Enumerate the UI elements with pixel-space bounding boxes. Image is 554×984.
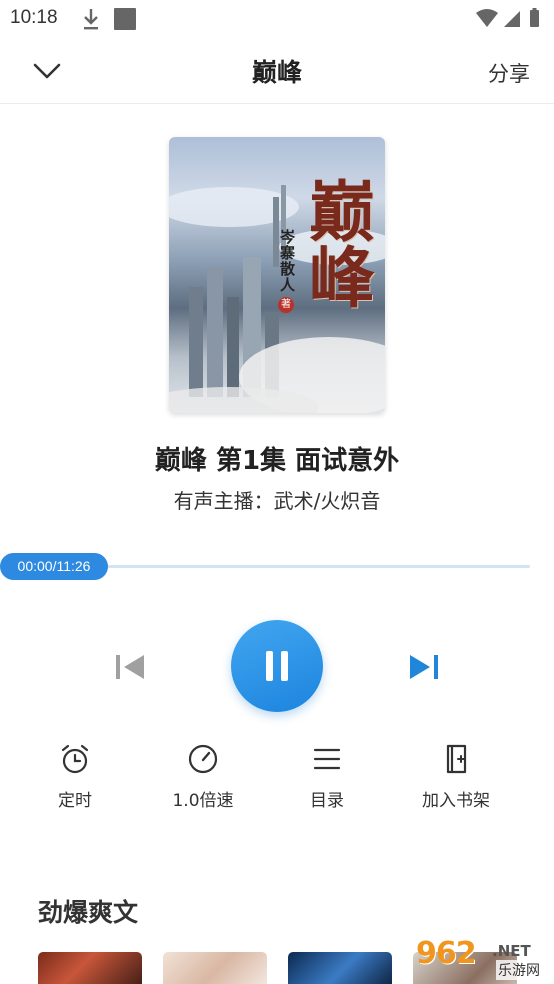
pause-button[interactable] (231, 620, 323, 712)
speed-label: 1.0倍速 (172, 791, 234, 811)
add-bookshelf-icon (446, 744, 467, 774)
narrator-label: 有声主播：武术/火炽音 (173, 489, 381, 513)
author-seal: 著 (278, 297, 294, 313)
site-watermark: 962 .NET 乐游网 (412, 936, 552, 982)
catalog-button[interactable]: 目录 (272, 742, 382, 811)
watermark-text: 乐游网 (496, 960, 542, 980)
recommended-book-cover[interactable] (163, 952, 267, 984)
notification-icon (114, 8, 136, 30)
share-button[interactable]: 分享 (488, 58, 530, 88)
page-title: 巅峰 (251, 58, 302, 87)
episode-title: 巅峰 第1集 面试意外 (154, 446, 400, 476)
system-status-icons (476, 8, 539, 27)
catalog-label: 目录 (310, 791, 344, 811)
list-menu-icon (313, 748, 341, 770)
alarm-clock-icon (61, 744, 89, 774)
cover-author: 岑寨散人 (278, 229, 296, 293)
book-cover: 巅峰 岑寨散人 著 (169, 137, 385, 413)
pause-icon (266, 651, 288, 681)
add-bookshelf-label: 加入书架 (422, 791, 490, 811)
next-button[interactable] (404, 650, 442, 684)
recommended-book-cover[interactable] (288, 952, 392, 984)
download-icon (84, 9, 98, 30)
recommended-book-cover[interactable] (38, 952, 142, 984)
watermark-suffix: .NET (492, 942, 531, 960)
section-title: 劲爆爽文 (38, 898, 139, 927)
speedometer-icon (188, 744, 218, 774)
status-time: 10:18 (10, 7, 58, 28)
top-bar: 巅峰 分享 (0, 38, 554, 104)
timer-button[interactable]: 定时 (20, 742, 130, 811)
watermark-number: 962 (416, 936, 477, 971)
battery-icon (530, 10, 539, 27)
speed-button[interactable]: 1.0倍速 (148, 742, 258, 811)
skip-next-icon (410, 655, 438, 679)
cover-title: 巅峰 (298, 177, 376, 309)
signal-icon (504, 11, 520, 27)
previous-button[interactable] (112, 650, 150, 684)
status-bar: 10:18 (0, 0, 554, 38)
timer-label: 定时 (58, 791, 92, 811)
wifi-icon (476, 9, 498, 27)
progress-handle[interactable]: 00:00/11:26 (0, 553, 108, 580)
add-bookshelf-button[interactable]: 加入书架 (401, 742, 511, 811)
skip-previous-icon (116, 655, 144, 679)
